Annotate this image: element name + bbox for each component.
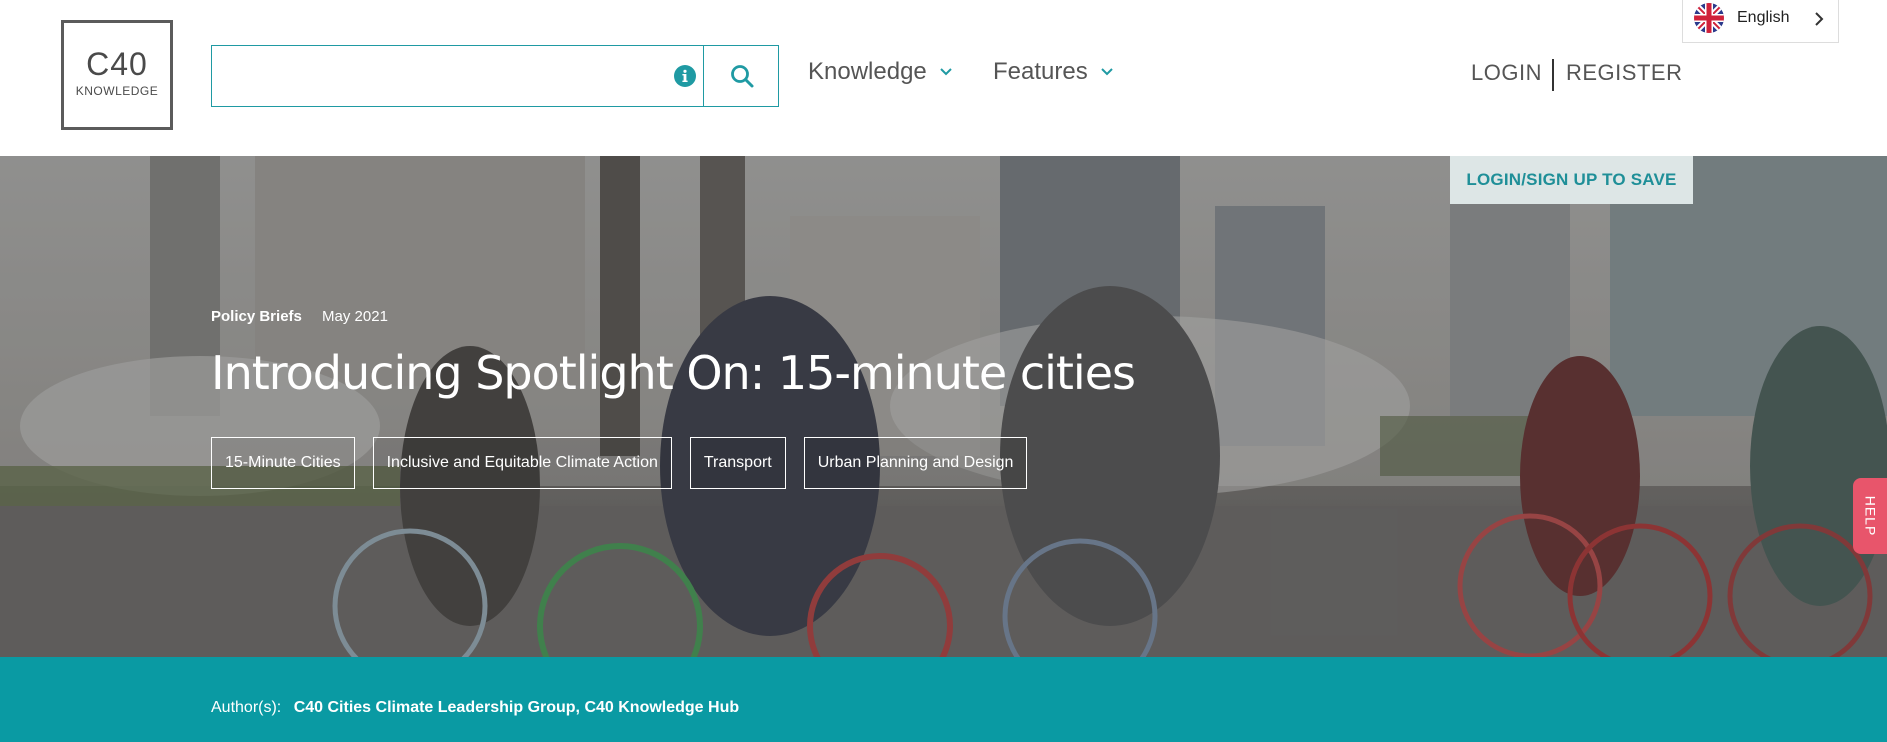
search-button[interactable] (704, 46, 779, 106)
search-box (211, 45, 779, 107)
uk-flag-icon (1694, 3, 1724, 33)
nav-knowledge-label: Knowledge (808, 58, 927, 85)
login-signup-to-save-button[interactable]: LOGIN/SIGN UP TO SAVE (1450, 156, 1693, 204)
hero-overlay (0, 156, 1887, 657)
chevron-right-icon (1815, 12, 1824, 26)
author-label: Author(s): (211, 699, 282, 716)
article-type[interactable]: Policy Briefs (211, 308, 302, 325)
login-link[interactable]: LOGIN (1471, 60, 1542, 86)
topic-tags: 15-Minute Cities Inclusive and Equitable… (211, 437, 1028, 489)
logo-main-text: C40 (86, 46, 148, 82)
author-names[interactable]: C40 Cities Climate Leadership Group, C40… (294, 699, 739, 716)
tag-urban-planning-design[interactable]: Urban Planning and Design (803, 437, 1028, 489)
author-bar: Author(s): C40 Cities Climate Leadership… (0, 657, 1887, 742)
search-icon (730, 65, 753, 88)
language-selector[interactable]: English (1682, 0, 1839, 43)
chevron-down-icon (940, 67, 953, 76)
nav-knowledge[interactable]: Knowledge (808, 58, 953, 86)
help-label: HELP (1862, 495, 1879, 537)
page-title: Introducing Spotlight On: 15-minute citi… (211, 346, 1136, 400)
info-icon[interactable] (674, 65, 696, 87)
tag-15-minute-cities[interactable]: 15-Minute Cities (211, 437, 355, 489)
article-meta: Policy Briefs May 2021 (211, 308, 388, 325)
search-input[interactable] (212, 46, 702, 106)
site-header: C40 KNOWLEDGE Knowledge Features LOGIN R… (0, 0, 1887, 156)
article-date: May 2021 (322, 308, 388, 325)
c40-knowledge-logo[interactable]: C40 KNOWLEDGE (61, 20, 173, 130)
auth-separator (1552, 59, 1554, 91)
logo-sub-text: KNOWLEDGE (75, 84, 159, 98)
nav-features[interactable]: Features (993, 58, 1114, 86)
chevron-down-icon (1101, 67, 1114, 76)
tag-inclusive-equitable-climate-action[interactable]: Inclusive and Equitable Climate Action (372, 437, 672, 489)
hero-banner: LOGIN/SIGN UP TO SAVE Policy Briefs May … (0, 156, 1887, 657)
nav-features-label: Features (993, 58, 1088, 85)
language-label: English (1737, 9, 1790, 26)
register-link[interactable]: REGISTER (1566, 60, 1682, 86)
help-tab[interactable]: HELP (1853, 478, 1887, 554)
author-line: Author(s): C40 Cities Climate Leadership… (211, 699, 739, 717)
tag-transport[interactable]: Transport (689, 437, 786, 489)
